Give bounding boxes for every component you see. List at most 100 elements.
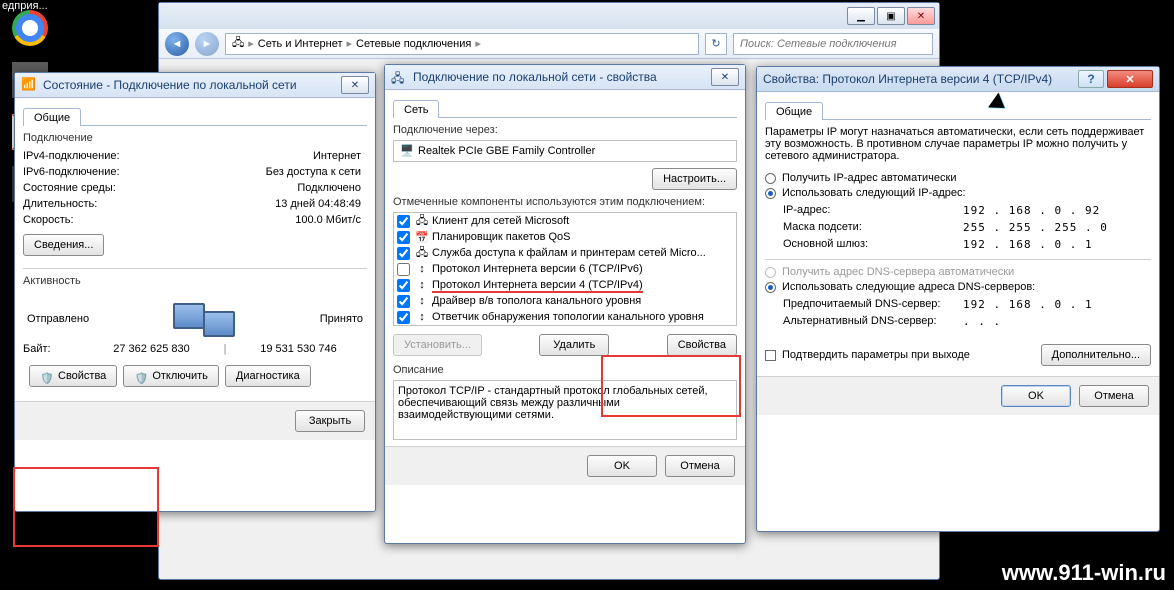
- gateway-field[interactable]: 192 . 168 . 0 . 1: [963, 238, 1151, 251]
- component-item[interactable]: ↕Ответчик обнаружения топологии канально…: [394, 309, 736, 325]
- configure-button[interactable]: Настроить...: [652, 168, 737, 190]
- advanced-button[interactable]: Дополнительно...: [1041, 344, 1151, 366]
- mask-field[interactable]: 255 . 255 . 255 . 0: [963, 221, 1151, 234]
- component-icon: ↕: [414, 295, 430, 307]
- ip-field[interactable]: 192 . 168 . 0 . 92: [963, 204, 1151, 217]
- uninstall-button[interactable]: Удалить: [539, 334, 609, 356]
- chrome-icon[interactable]: [6, 4, 54, 52]
- tab-general[interactable]: Общие: [765, 102, 823, 120]
- maximize-button[interactable]: ▣: [877, 7, 905, 25]
- nav-forward-button[interactable]: ►: [195, 32, 219, 56]
- ipv4-titlebar: Свойства: Протокол Интернета версии 4 (T…: [757, 67, 1159, 92]
- sent-label: Отправлено: [27, 313, 89, 325]
- search-input[interactable]: Поиск: Сетевые подключения: [733, 33, 933, 55]
- properties-button[interactable]: 🛡️Свойства: [29, 365, 117, 387]
- recv-label: Принято: [320, 313, 363, 325]
- ip-label: IP-адрес:: [783, 204, 963, 217]
- cancel-button[interactable]: Отмена: [665, 455, 735, 477]
- status-titlebar: 📶 Состояние - Подключение по локальной с…: [15, 73, 375, 98]
- network-icon: 🖧: [391, 69, 407, 85]
- explorer-nav: ◄ ► 🖧 ▸ Сеть и Интернет ▸ Сетевые подклю…: [159, 29, 939, 59]
- cancel-button[interactable]: Отмена: [1079, 385, 1149, 407]
- component-item[interactable]: 📅Планировщик пакетов QoS: [394, 229, 736, 245]
- status-dialog: 📶 Состояние - Подключение по локальной с…: [14, 72, 376, 512]
- diagnose-button[interactable]: Диагностика: [225, 365, 311, 387]
- description-label: Описание: [393, 364, 737, 376]
- status-row-value: 13 дней 04:48:49: [173, 198, 367, 210]
- component-label: Протокол Интернета версии 6 (TCP/IPv6): [432, 263, 643, 275]
- close-dialog-button[interactable]: Закрыть: [295, 410, 365, 432]
- tab-general[interactable]: Общие: [23, 108, 81, 126]
- adapter-name: 🖥️Realtek PCIe GBE Family Controller: [393, 140, 737, 162]
- component-label: Драйвер в/в тополога канального уровня: [432, 295, 641, 307]
- breadcrumb-item[interactable]: Сеть и Интернет: [258, 38, 343, 50]
- radio-dns-auto: Получить адрес DNS-сервера автоматически: [765, 266, 1151, 278]
- help-button[interactable]: ?: [1078, 70, 1104, 88]
- component-label: Ответчик обнаружения топологии канальног…: [432, 311, 704, 323]
- component-item[interactable]: 🖧Клиент для сетей Microsoft: [394, 213, 736, 229]
- activity-monitors-icon: [169, 299, 239, 339]
- install-button[interactable]: Установить...: [393, 334, 482, 356]
- component-item[interactable]: ↕Протокол Интернета версии 6 (TCP/IPv6): [394, 261, 736, 277]
- component-icon: ↕: [414, 279, 430, 291]
- adapter-icon: 🖥️: [400, 144, 414, 158]
- component-properties-button[interactable]: Свойства: [667, 334, 737, 356]
- radio-ip-manual[interactable]: Использовать следующий IP-адрес:: [765, 187, 1151, 199]
- component-icon: 🖧: [414, 212, 430, 231]
- status-row-key: IPv4-подключение:: [23, 150, 173, 162]
- details-button[interactable]: Сведения...: [23, 234, 104, 256]
- status-row-key: IPv6-подключение:: [23, 166, 173, 178]
- breadcrumb[interactable]: 🖧 ▸ Сеть и Интернет ▸ Сетевые подключени…: [225, 33, 699, 55]
- description-text: Протокол TCP/IP - стандартный протокол г…: [393, 380, 737, 440]
- status-row-value: Интернет: [173, 150, 367, 162]
- close-button[interactable]: ✕: [907, 7, 935, 25]
- component-item[interactable]: ↕Протокол Интернета версии 4 (TCP/IPv4): [394, 277, 736, 293]
- tab-network[interactable]: Сеть: [393, 100, 439, 118]
- confirm-checkbox[interactable]: Подтвердить параметры при выходе: [765, 349, 970, 361]
- radio-dns-manual[interactable]: Использовать следующие адреса DNS-сервер…: [765, 281, 1151, 293]
- network-status-icon: 📶: [21, 77, 37, 93]
- components-label: Отмеченные компоненты используются этим …: [393, 196, 737, 208]
- close-button[interactable]: ✕: [711, 68, 739, 86]
- component-checkbox[interactable]: [397, 215, 410, 228]
- activity-section-label: Активность: [23, 275, 367, 287]
- component-label: Служба доступа к файлам и принтерам сете…: [432, 247, 706, 259]
- minimize-button[interactable]: ▁: [847, 7, 875, 25]
- breadcrumb-item[interactable]: Сетевые подключения: [356, 38, 471, 50]
- dns1-field[interactable]: 192 . 168 . 0 . 1: [963, 298, 1151, 311]
- refresh-button[interactable]: ↻: [705, 33, 727, 55]
- component-checkbox[interactable]: [397, 231, 410, 244]
- component-checkbox[interactable]: [397, 295, 410, 308]
- component-checkbox[interactable]: [397, 263, 410, 276]
- watermark: www.911-win.ru: [1002, 560, 1166, 586]
- component-item[interactable]: ↕Драйвер в/в тополога канального уровня: [394, 293, 736, 309]
- close-button[interactable]: ✕: [341, 76, 369, 94]
- nav-back-button[interactable]: ◄: [165, 32, 189, 56]
- status-row-key: Состояние среды:: [23, 182, 173, 194]
- properties-title: Подключение по локальной сети - свойства: [413, 70, 711, 84]
- component-checkbox[interactable]: [397, 279, 410, 292]
- ok-button[interactable]: OK: [587, 455, 657, 477]
- radio-ip-auto[interactable]: Получить IP-адрес автоматически: [765, 172, 1151, 184]
- component-icon: 🖧: [414, 244, 430, 263]
- component-label: Клиент для сетей Microsoft: [432, 215, 569, 227]
- components-listbox[interactable]: 🖧Клиент для сетей Microsoft📅Планировщик …: [393, 212, 737, 326]
- close-button[interactable]: ✕: [1107, 70, 1153, 88]
- ok-button[interactable]: OK: [1001, 385, 1071, 407]
- disable-button[interactable]: 🛡️Отключить: [123, 365, 219, 387]
- ipv4-intro-text: Параметры IP могут назначаться автоматич…: [765, 126, 1151, 162]
- connection-properties-dialog: 🖧 Подключение по локальной сети - свойст…: [384, 64, 746, 544]
- component-checkbox[interactable]: [397, 311, 410, 324]
- status-row-key: Скорость:: [23, 214, 173, 226]
- gateway-label: Основной шлюз:: [783, 238, 963, 251]
- component-icon: ↕: [414, 263, 430, 275]
- bytes-sent: 27 362 625 830: [83, 343, 220, 355]
- network-icon: 🖧: [232, 34, 244, 53]
- mask-label: Маска подсети:: [783, 221, 963, 234]
- component-item[interactable]: 🖧Служба доступа к файлам и принтерам сет…: [394, 245, 736, 261]
- dns2-field[interactable]: . . .: [963, 315, 1151, 328]
- dns1-label: Предпочитаемый DNS-сервер:: [783, 298, 963, 311]
- component-checkbox[interactable]: [397, 247, 410, 260]
- connect-via-label: Подключение через:: [393, 124, 737, 136]
- ipv4-properties-dialog: Свойства: Протокол Интернета версии 4 (T…: [756, 66, 1160, 532]
